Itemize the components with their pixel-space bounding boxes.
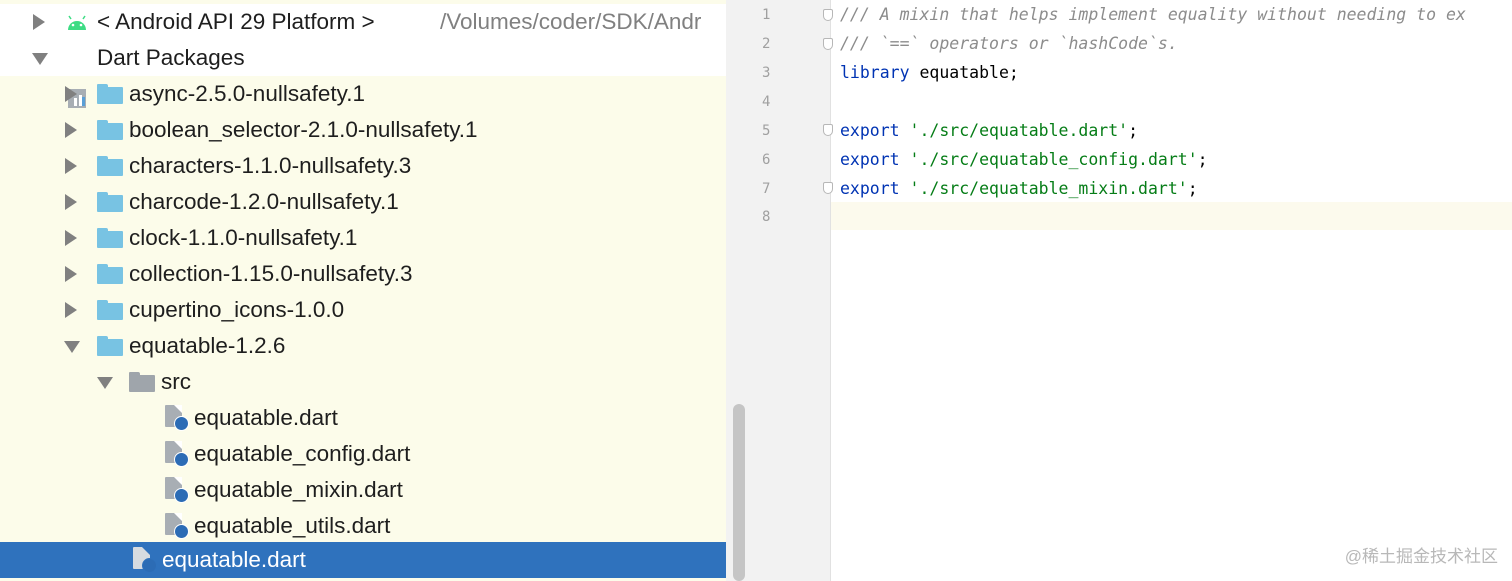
tree-row-file[interactable]: equatable_utils.dart xyxy=(0,508,726,544)
tree-row-package-expanded[interactable]: equatable-1.2.6 xyxy=(0,328,726,364)
collapse-arrow-icon[interactable] xyxy=(64,341,80,353)
expand-arrow-icon[interactable] xyxy=(65,302,77,318)
tree-row-package[interactable]: cupertino_icons-1.0.0 xyxy=(0,292,726,328)
package-label: clock-1.1.0-nullsafety.1 xyxy=(129,225,358,250)
collapse-arrow-icon[interactable] xyxy=(97,377,113,389)
package-label: boolean_selector-2.1.0-nullsafety.1 xyxy=(129,117,478,142)
android-platform-path: /Volumes/coder/SDK/Andr xyxy=(440,9,702,34)
package-label: characters-1.1.0-nullsafety.3 xyxy=(129,153,412,178)
line-number: 5 xyxy=(762,123,771,139)
expand-arrow-icon[interactable] xyxy=(65,266,77,282)
package-label: async-2.5.0-nullsafety.1 xyxy=(129,81,365,106)
tree-row-file[interactable]: equatable_mixin.dart xyxy=(0,472,726,508)
code-line-7[interactable]: export './src/equatable_mixin.dart'; xyxy=(840,179,1198,198)
tree-row-android-platform[interactable]: < Android API 29 Platform > /Volumes/cod… xyxy=(0,4,726,40)
code-line-3[interactable]: library equatable; xyxy=(840,63,1019,82)
code-keyword: export xyxy=(840,121,900,140)
android-icon xyxy=(68,15,86,30)
tree-row-file[interactable]: equatable.dart xyxy=(0,400,726,436)
folder-icon xyxy=(97,192,123,212)
tree-scrollbar-thumb[interactable] xyxy=(733,404,745,581)
tree-row-package[interactable]: charcode-1.2.0-nullsafety.1 xyxy=(0,184,726,220)
editor-gutter xyxy=(752,0,831,581)
line-number: 8 xyxy=(762,209,771,225)
folder-icon xyxy=(97,84,123,104)
code-line-6[interactable]: export './src/equatable_config.dart'; xyxy=(840,150,1208,169)
tree-row-package[interactable]: collection-1.15.0-nullsafety.3 xyxy=(0,256,726,292)
current-line-highlight xyxy=(831,202,1512,230)
tree-row-dart-packages[interactable]: Dart Packages xyxy=(0,40,726,108)
fold-icon[interactable] xyxy=(823,38,833,50)
folder-icon xyxy=(97,120,123,140)
code-line-2[interactable]: /// `==` operators or `hashCode`s. xyxy=(840,34,1178,53)
collapse-arrow-icon[interactable] xyxy=(32,53,48,65)
code-text: equatable; xyxy=(909,63,1019,82)
file-label: equatable.dart xyxy=(162,547,306,572)
package-label: charcode-1.2.0-nullsafety.1 xyxy=(129,189,399,214)
fold-icon[interactable] xyxy=(823,124,833,136)
file-label: equatable.dart xyxy=(194,405,338,430)
folder-icon xyxy=(129,372,155,392)
fold-icon[interactable] xyxy=(823,9,833,21)
code-keyword: library xyxy=(840,63,910,82)
android-platform-label: < Android API 29 Platform > xyxy=(97,9,375,34)
code-line-1[interactable]: /// A mixin that helps implement equalit… xyxy=(840,5,1466,24)
line-number: 4 xyxy=(762,94,771,110)
code-string: './src/equatable.dart' xyxy=(909,121,1129,140)
code-text: ; xyxy=(1197,150,1208,169)
code-comment: /// A mixin that helps implement equalit… xyxy=(840,5,1466,24)
dart-file-icon xyxy=(165,513,189,539)
expand-arrow-icon[interactable] xyxy=(65,122,77,138)
folder-icon xyxy=(97,300,123,320)
fold-icon[interactable] xyxy=(823,182,833,194)
code-keyword: export xyxy=(840,150,900,169)
code-text: ; xyxy=(1187,179,1198,198)
folder-icon xyxy=(97,336,123,356)
package-label: collection-1.15.0-nullsafety.3 xyxy=(129,261,413,286)
file-label: equatable_config.dart xyxy=(194,441,411,466)
folder-icon xyxy=(97,228,123,248)
line-number: 2 xyxy=(762,36,771,52)
file-label: equatable_utils.dart xyxy=(194,513,391,538)
tree-row-package[interactable]: clock-1.1.0-nullsafety.1 xyxy=(0,220,726,256)
line-number: 6 xyxy=(762,152,771,168)
folder-icon xyxy=(97,156,123,176)
code-string: './src/equatable_config.dart' xyxy=(909,150,1198,169)
tree-row-file[interactable]: equatable_config.dart xyxy=(0,436,726,472)
code-string: './src/equatable_mixin.dart' xyxy=(909,179,1188,198)
expand-arrow-icon[interactable] xyxy=(65,158,77,174)
package-label: cupertino_icons-1.0.0 xyxy=(129,297,345,322)
line-number: 3 xyxy=(762,65,771,81)
line-number: 7 xyxy=(762,181,771,197)
project-tree: < Android API 29 Platform > /Volumes/cod… xyxy=(0,0,726,581)
line-number: 1 xyxy=(762,7,771,23)
expand-arrow-icon[interactable] xyxy=(65,194,77,210)
folder-icon xyxy=(97,264,123,284)
dart-file-icon xyxy=(165,441,189,467)
code-text: ; xyxy=(1128,121,1139,140)
tree-row-package[interactable]: characters-1.1.0-nullsafety.3 xyxy=(0,148,726,184)
tree-row-file-selected[interactable]: equatable.dart xyxy=(0,542,726,578)
code-line-5[interactable]: export './src/equatable.dart'; xyxy=(840,121,1138,140)
dart-packages-label: Dart Packages xyxy=(97,45,245,70)
expand-arrow-icon[interactable] xyxy=(33,14,45,30)
code-comment: /// `==` operators or `hashCode`s. xyxy=(840,34,1178,53)
dart-file-icon xyxy=(165,477,189,503)
file-label: equatable_mixin.dart xyxy=(194,477,403,502)
watermark: @稀土掘金技术社区 xyxy=(1344,547,1498,566)
code-keyword: export xyxy=(840,179,900,198)
tree-row-package[interactable]: async-2.5.0-nullsafety.1 xyxy=(0,76,726,112)
tree-row-package[interactable]: boolean_selector-2.1.0-nullsafety.1 xyxy=(0,112,726,148)
src-folder-label: src xyxy=(161,369,191,394)
package-label: equatable-1.2.6 xyxy=(129,333,286,358)
dart-file-icon xyxy=(133,547,157,573)
dart-file-icon xyxy=(165,405,189,431)
tree-row-src-folder[interactable]: src xyxy=(0,364,726,400)
expand-arrow-icon[interactable] xyxy=(65,86,77,102)
expand-arrow-icon[interactable] xyxy=(65,230,77,246)
